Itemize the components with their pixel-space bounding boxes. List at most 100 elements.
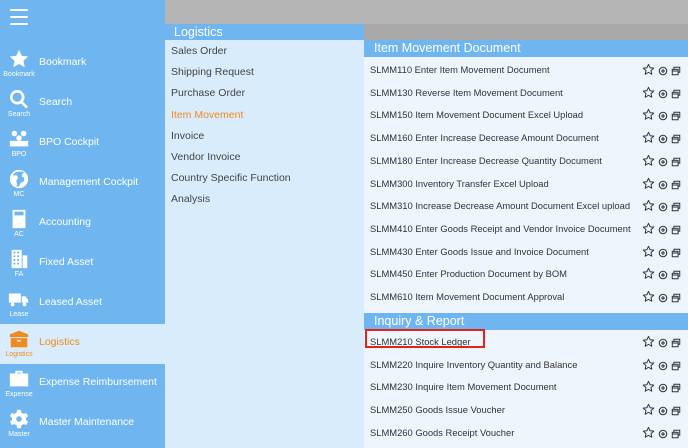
submenu-item-shipping-request[interactable]: Shipping Request [171,66,254,78]
sidebar-item-label: Master Maintenance [39,416,135,428]
new-window-icon[interactable] [671,290,681,308]
new-window-icon[interactable] [671,108,681,126]
bookmark-star-icon[interactable] [642,380,655,398]
function-row: SLMM430 Enter Goods Issue and Invoice Do… [364,241,688,263]
new-window-icon[interactable] [671,131,681,149]
add-circle-icon[interactable] [658,86,668,104]
add-circle-icon[interactable] [658,335,668,353]
bookmark-star-icon[interactable] [642,222,655,240]
function-link[interactable]: SLMM250 Goods Issue Voucher [370,404,505,415]
row-actions [642,154,681,172]
submenu-item-country-specific-function[interactable]: Country Specific Function [171,172,291,184]
submenu-item-sales-order[interactable]: Sales Order [171,45,227,57]
add-circle-icon[interactable] [658,267,668,285]
new-window-icon[interactable] [671,199,681,217]
function-link[interactable]: SLMM260 Goods Receipt Voucher [370,427,514,438]
bookmark-star-icon[interactable] [642,131,655,149]
bookmark-star-icon[interactable] [642,426,655,444]
bookmark-star-icon[interactable] [642,63,655,81]
new-window-icon[interactable] [671,177,681,195]
sidebar-item-search[interactable]: Search Search [0,84,165,124]
sidebar-item-label: Fixed Asset [39,256,94,268]
function-link[interactable]: SLMM180 Enter Increase Decrease Quantity… [370,155,602,166]
add-circle-icon[interactable] [658,108,668,126]
sidebar-item-label: Expense Reimbursement [39,376,157,388]
function-link[interactable]: SLMM300 Inventory Transfer Excel Upload [370,178,549,189]
bookmark-star-icon[interactable] [642,335,655,353]
add-circle-icon[interactable] [658,403,668,421]
function-link[interactable]: SLMM130 Reverse Item Movement Document [370,87,563,98]
submenu-item-vendor-invoice[interactable]: Vendor Invoice [171,151,240,163]
add-circle-icon[interactable] [658,245,668,263]
add-circle-icon[interactable] [658,290,668,308]
function-list-panel: Item Movement Document SLMM110 Enter Item… [364,40,688,448]
function-link[interactable]: SLMM410 Enter Goods Receipt and Vendor I… [370,223,631,234]
add-circle-icon[interactable] [658,222,668,240]
add-circle-icon[interactable] [658,380,668,398]
sidebar-item-accounting[interactable]: AC Accounting [0,204,165,244]
sidebar-item-master-maintenance[interactable]: Master Master Maintenance [0,404,165,444]
function-link[interactable]: SLMM150 Item Movement Document Excel Upl… [370,109,583,120]
sidebar-item-fixed-asset[interactable]: FA Fixed Asset [0,244,165,284]
sidebar-item-bpo-cockpit[interactable]: BPO BPO Cockpit [0,124,165,164]
function-row: SLMM450 Enter Production Document by BOM [364,263,688,285]
bookmark-star-icon[interactable] [642,108,655,126]
function-link[interactable]: SLMM160 Enter Increase Decrease Amount D… [370,132,599,143]
sidebar-item-management-cockpit[interactable]: MC Management Cockpit [0,164,165,204]
function-link[interactable]: SLMM110 Enter Item Movement Document [370,64,550,75]
submenu-item-item-movement[interactable]: Item Movement [171,109,243,121]
bookmark-star-icon[interactable] [642,154,655,172]
new-window-icon[interactable] [671,245,681,263]
add-circle-icon[interactable] [658,63,668,81]
sidebar-item-abbr: Master [8,431,30,438]
submenu-item-analysis[interactable]: Analysis [171,193,210,205]
function-row: SLMM110 Enter Item Movement Document [364,59,688,81]
add-circle-icon[interactable] [658,154,668,172]
add-circle-icon[interactable] [658,131,668,149]
function-row: SLMM410 Enter Goods Receipt and Vendor I… [364,218,688,240]
add-circle-icon[interactable] [658,426,668,444]
bookmark-star-icon[interactable] [642,86,655,104]
function-row: SLMM610 Item Movement Document Approval [364,286,688,308]
function-link[interactable]: SLMM430 Enter Goods Issue and Invoice Do… [370,246,589,257]
sidebar-item-bookmark[interactable]: Bookmark Bookmark [0,44,165,84]
function-link[interactable]: SLMM210 Stock Ledger [370,336,471,347]
function-link[interactable]: SLMM610 Item Movement Document Approval [370,291,564,302]
bookmark-star-icon[interactable] [642,177,655,195]
sidebar-item-expense-reimbursement[interactable]: Expense Expense Reimbursement [0,364,165,404]
sidebar-item-leased-asset[interactable]: Lease Leased Asset [0,284,165,324]
bookmark-star-icon[interactable] [642,290,655,308]
submenu-item-invoice[interactable]: Invoice [171,130,204,142]
new-window-icon[interactable] [671,358,681,376]
bookmark-star-icon[interactable] [642,245,655,263]
function-link[interactable]: SLMM230 Inquire Item Movement Document [370,381,557,392]
new-window-icon[interactable] [671,380,681,398]
bookmark-star-icon[interactable] [642,403,655,421]
sidebar-item-label: Bookmark [39,56,87,68]
bookmark-star-icon[interactable] [642,267,655,285]
function-link[interactable]: SLMM310 Increase Decrease Amount Documen… [370,200,630,211]
row-actions [642,358,681,376]
sidebar-item-logistics[interactable]: Logistics Logistics [0,324,165,364]
function-link[interactable]: SLMM220 Inquire Inventory Quantity and B… [370,359,577,370]
new-window-icon[interactable] [671,63,681,81]
function-link[interactable]: SLMM450 Enter Production Document by BOM [370,268,567,279]
row-actions [642,290,681,308]
new-window-icon[interactable] [671,154,681,172]
add-circle-icon[interactable] [658,358,668,376]
bookmark-star-icon[interactable] [642,358,655,376]
hamburger-menu-icon[interactable] [10,9,28,25]
new-window-icon[interactable] [671,335,681,353]
row-actions [642,335,681,353]
new-window-icon[interactable] [671,426,681,444]
new-window-icon[interactable] [671,403,681,421]
new-window-icon[interactable] [671,222,681,240]
new-window-icon[interactable] [671,267,681,285]
add-circle-icon[interactable] [658,199,668,217]
sidebar-item-abbr: AC [14,231,24,238]
row-actions [642,131,681,149]
add-circle-icon[interactable] [658,177,668,195]
bookmark-star-icon[interactable] [642,199,655,217]
submenu-item-purchase-order[interactable]: Purchase Order [171,87,245,99]
new-window-icon[interactable] [671,86,681,104]
